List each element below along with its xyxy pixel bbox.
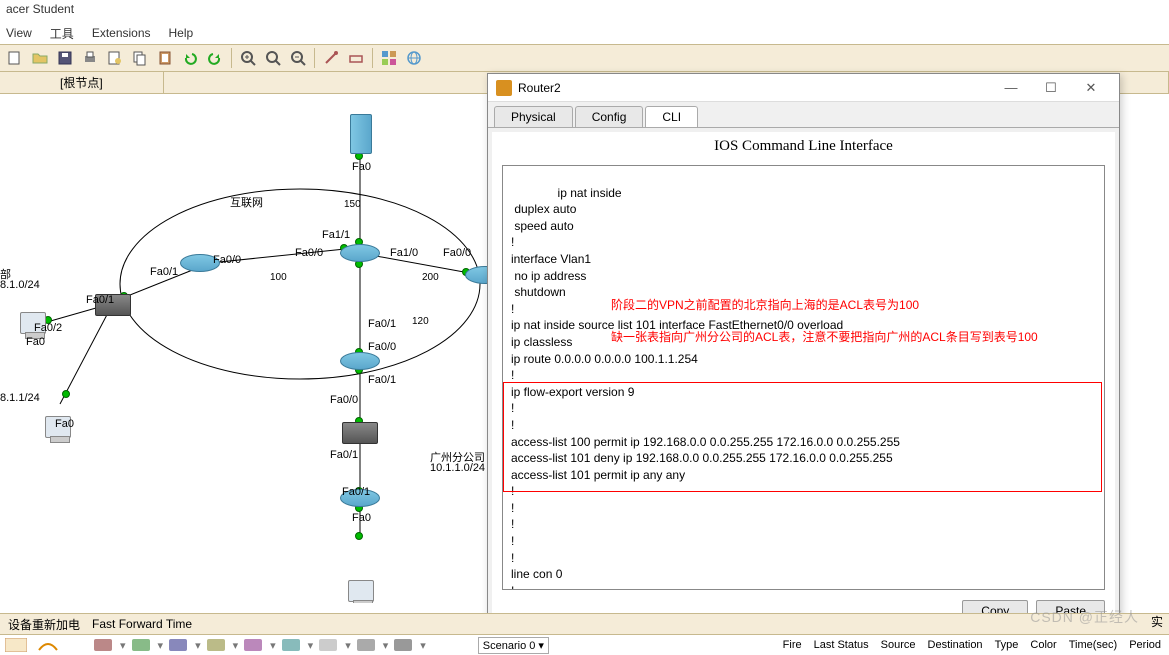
- router-icon: [496, 80, 512, 96]
- color-swatch[interactable]: [394, 639, 412, 651]
- device-palette-icon[interactable]: [4, 637, 30, 653]
- pdu-list-header: Fire Last Status Source Destination Type…: [783, 639, 1161, 651]
- menu-help[interactable]: Help: [169, 26, 194, 40]
- iface-label: Fa0/2: [34, 322, 62, 334]
- cost-label: 150: [344, 199, 361, 210]
- cli-content: ip nat inside duplex auto speed auto ! i…: [511, 186, 900, 590]
- cli-body: IOS Command Line Interface ip nat inside…: [492, 132, 1115, 628]
- status-bar: 设备重新加电 Fast Forward Time: [0, 613, 1169, 635]
- color-swatch[interactable]: [319, 639, 337, 651]
- undo-icon[interactable]: [179, 47, 201, 69]
- menu-tools[interactable]: 工具: [50, 25, 74, 42]
- iface-label: Fa0: [352, 512, 371, 524]
- iface-label: Fa0/1: [368, 318, 396, 330]
- tab-config[interactable]: Config: [575, 106, 644, 127]
- cli-window-title: Router2: [518, 81, 991, 95]
- realtime-chip[interactable]: 实: [1145, 611, 1169, 632]
- scenario-select[interactable]: Scenario 0 ▾: [478, 637, 549, 654]
- iface-label: Fa0/0: [213, 254, 241, 266]
- iface-label: Fa0/0: [368, 341, 396, 353]
- main-toolbar: [0, 44, 1169, 72]
- drawing-shape-icon[interactable]: [345, 47, 367, 69]
- save-icon[interactable]: [54, 47, 76, 69]
- cost-label: 100: [270, 272, 287, 283]
- status-fft[interactable]: Fast Forward Time: [92, 617, 192, 631]
- cost-label: 200: [422, 272, 439, 283]
- color-swatch[interactable]: [132, 639, 150, 651]
- annotation-2: 缺一张表指向广州分公司的ACL表，注意不要把指向广州的ACL条目写到表号100: [611, 330, 1038, 346]
- router-center[interactable]: [340, 244, 380, 262]
- iface-label: Fa1/1: [322, 229, 350, 241]
- title-bar: acer Student: [0, 0, 1169, 22]
- cli-window[interactable]: Router2 — ☐ ✕ Physical Config CLI IOS Co…: [487, 73, 1120, 633]
- color-swatch[interactable]: [357, 639, 375, 651]
- cli-heading: IOS Command Line Interface: [492, 132, 1115, 161]
- cli-tabs: Physical Config CLI: [488, 102, 1119, 128]
- wizard-icon[interactable]: [104, 47, 126, 69]
- tab-cli[interactable]: CLI: [645, 106, 698, 127]
- subnet-label: 8.1.0/24: [0, 279, 40, 291]
- switch-south[interactable]: [342, 422, 378, 444]
- subnet-label: 10.1.1.0/24: [430, 462, 485, 474]
- app-title: acer Student: [6, 2, 74, 16]
- iface-label: Fa0/1: [330, 449, 358, 461]
- network-icon[interactable]: [403, 47, 425, 69]
- iface-label: Fa0: [55, 418, 74, 430]
- iface-label: Fa0: [26, 336, 45, 348]
- color-swatch[interactable]: [282, 639, 300, 651]
- iface-label: Fa0/1: [368, 374, 396, 386]
- status-left: 设备重新加电: [8, 616, 80, 633]
- minimize-button[interactable]: —: [991, 77, 1031, 99]
- color-swatch[interactable]: [94, 639, 112, 651]
- cli-terminal[interactable]: ip nat inside duplex auto speed auto ! i…: [502, 165, 1105, 590]
- color-swatch[interactable]: [169, 639, 187, 651]
- tab-root[interactable]: [根节点]: [0, 72, 164, 93]
- iface-label: Fa0/1: [342, 486, 370, 498]
- router-south[interactable]: [340, 352, 380, 370]
- new-icon[interactable]: [4, 47, 26, 69]
- annotation-1: 阶段二的VPN之前配置的北京指向上海的是ACL表号为100: [611, 298, 919, 314]
- redo-icon[interactable]: [204, 47, 226, 69]
- cost-label: 120: [412, 316, 429, 327]
- cli-titlebar[interactable]: Router2 — ☐ ✕: [488, 74, 1119, 102]
- custom-devices-icon[interactable]: [378, 47, 400, 69]
- cloud-label: 互联网: [230, 194, 263, 210]
- iface-label: Fa0/1: [150, 266, 178, 278]
- iface-label: Fa0/1: [86, 294, 114, 306]
- pc-south[interactable]: [348, 580, 374, 602]
- close-button[interactable]: ✕: [1071, 77, 1111, 99]
- open-icon[interactable]: [29, 47, 51, 69]
- server-device[interactable]: [350, 114, 372, 154]
- zoom-reset-icon[interactable]: [262, 47, 284, 69]
- copy-icon[interactable]: [129, 47, 151, 69]
- iface-label: Fa1/0: [390, 247, 418, 259]
- iface-label: Fa0: [352, 161, 371, 173]
- color-swatch[interactable]: [207, 639, 225, 651]
- menu-view[interactable]: View: [6, 26, 32, 40]
- iface-label: Fa0/0: [443, 247, 471, 259]
- drawing-palette-icon[interactable]: [320, 47, 342, 69]
- tab-physical[interactable]: Physical: [494, 106, 573, 127]
- zoom-in-icon[interactable]: [237, 47, 259, 69]
- paste-icon[interactable]: [154, 47, 176, 69]
- iface-label: Fa0/0: [330, 394, 358, 406]
- menu-extensions[interactable]: Extensions: [92, 26, 151, 40]
- maximize-button[interactable]: ☐: [1031, 77, 1071, 99]
- iface-label: Fa0/0: [295, 247, 323, 259]
- watermark: CSDN @正经人: [1030, 607, 1139, 627]
- zoom-out-icon[interactable]: [287, 47, 309, 69]
- menu-bar: View 工具 Extensions Help: [0, 22, 1169, 44]
- print-icon[interactable]: [79, 47, 101, 69]
- bottom-toolbar: ▾ ▾ ▾ ▾ ▾ ▾ ▾ ▾ ▾ Scenario 0 ▾ Fire Last…: [0, 635, 1169, 655]
- subnet-label: 8.1.1/24: [0, 392, 40, 404]
- connections-icon[interactable]: [36, 637, 62, 653]
- color-swatch[interactable]: [244, 639, 262, 651]
